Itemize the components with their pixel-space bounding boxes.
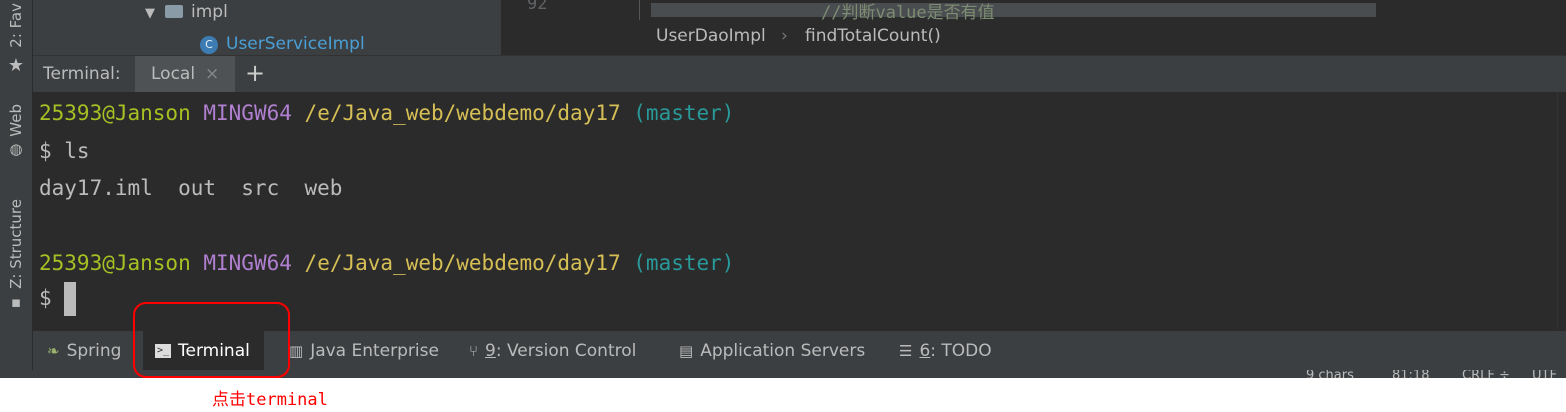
tool-todo-label: : TODO xyxy=(930,341,992,361)
breadcrumb: UserDaoImpl › findTotalCount() xyxy=(501,20,1566,55)
prompt-path: /e/Java_web/webdemo/day17 xyxy=(304,251,621,275)
text-cursor xyxy=(63,282,76,316)
prompt-line-2: 25393@Janson MINGW64 /e/Java_web/webdemo… xyxy=(39,251,734,275)
tab-local-label: Local xyxy=(151,64,196,84)
input-line[interactable]: $ xyxy=(39,281,76,316)
command-output: day17.iml out src web xyxy=(39,176,343,200)
tree-file-userserviceimpl[interactable]: C UserServiceImpl xyxy=(200,34,365,54)
structure-tab-label: Z: Structure xyxy=(7,199,25,289)
editor-area: 92 //判断value是否有值 UserDaoImpl › findTotal… xyxy=(501,0,1566,55)
structure-tab[interactable]: Z: Structure ▪ xyxy=(0,195,32,315)
left-tool-strip: 2: Fav ★ Web ◍ Z: Structure ▪ xyxy=(0,0,33,378)
prompt-path: /e/Java_web/webdemo/day17 xyxy=(304,101,621,125)
tree-folder-label: impl xyxy=(191,2,228,22)
gutter-divider xyxy=(639,0,640,20)
breadcrumb-class[interactable]: UserDaoImpl xyxy=(656,26,766,46)
project-tree: ▼ impl C UserServiceImpl xyxy=(33,0,501,55)
tool-java-enterprise-label: Java Enterprise xyxy=(310,341,439,361)
tool-todo-mnemonic: 6 xyxy=(919,341,931,361)
prompt-user: 25393@Janson xyxy=(39,251,191,275)
status-position[interactable]: 81:18 xyxy=(1392,370,1429,378)
folder-icon xyxy=(165,5,183,18)
prompt-line-1: 25393@Janson MINGW64 /e/Java_web/webdemo… xyxy=(39,101,734,125)
terminal-output[interactable]: 25393@Janson MINGW64 /e/Java_web/webdemo… xyxy=(33,92,1566,330)
add-tab-icon[interactable]: + xyxy=(245,59,265,87)
favorites-tab-label: 2: Fav xyxy=(7,2,25,48)
web-tab-label: Web xyxy=(7,103,25,137)
tool-version-control[interactable]: ⑂ 9: Version Control xyxy=(469,331,636,371)
structure-icon: ▪ xyxy=(10,292,22,311)
prompt-branch: (master) xyxy=(633,101,735,125)
tool-spring[interactable]: ❧ Spring xyxy=(47,331,121,371)
tool-application-servers[interactable]: ▤ Application Servers xyxy=(679,331,865,371)
branch-icon: ⑂ xyxy=(469,342,479,360)
chevron-down-icon[interactable]: ▼ xyxy=(145,6,155,21)
annotation-highlight-box xyxy=(133,302,290,378)
status-line-separator[interactable]: CRLF ÷ xyxy=(1462,370,1510,378)
prompt-symbol: $ xyxy=(39,286,52,310)
globe-icon: ◍ xyxy=(9,140,23,159)
prompt-branch: (master) xyxy=(633,251,735,275)
tool-java-enterprise[interactable]: ▥ Java Enterprise xyxy=(289,331,439,371)
current-line-highlight xyxy=(651,3,1376,17)
breadcrumb-separator-icon: › xyxy=(781,26,788,46)
tool-application-servers-label: Application Servers xyxy=(700,341,866,361)
star-icon: ★ xyxy=(7,54,25,76)
breadcrumb-method[interactable]: findTotalCount() xyxy=(805,26,941,46)
close-icon[interactable]: × xyxy=(205,64,219,84)
prompt-host: MINGW64 xyxy=(203,251,292,275)
spring-leaf-icon: ❧ xyxy=(47,342,60,360)
terminal-header: Terminal: Local × + xyxy=(33,55,1566,93)
prompt-host: MINGW64 xyxy=(203,101,292,125)
tree-file-label: UserServiceImpl xyxy=(226,34,365,54)
app-servers-icon: ▤ xyxy=(679,342,694,360)
tab-local[interactable]: Local × xyxy=(135,56,235,93)
status-encoding[interactable]: UTF xyxy=(1532,370,1557,378)
tool-spring-label: Spring xyxy=(66,341,122,361)
web-tab[interactable]: Web ◍ xyxy=(0,95,32,167)
tool-version-control-mnemonic: 9 xyxy=(485,341,496,361)
command-line: $ ls xyxy=(39,139,90,163)
line-number: 92 xyxy=(527,0,548,14)
tree-folder-impl[interactable]: ▼ impl xyxy=(145,2,228,22)
terminal-scrollbar[interactable] xyxy=(1557,92,1566,330)
prompt-user: 25393@Janson xyxy=(39,101,191,125)
favorites-tab[interactable]: 2: Fav xyxy=(0,0,32,50)
terminal-title: Terminal: xyxy=(43,64,121,84)
status-chars: 9 chars xyxy=(1306,370,1354,378)
class-icon: C xyxy=(200,36,218,54)
java-enterprise-icon: ▥ xyxy=(289,342,304,360)
list-icon: ☰ xyxy=(899,342,913,360)
annotation-text: 点击terminal xyxy=(212,390,328,410)
tool-todo[interactable]: ☰ 6: TODO xyxy=(899,331,992,371)
tool-version-control-label: : Version Control xyxy=(495,341,637,361)
